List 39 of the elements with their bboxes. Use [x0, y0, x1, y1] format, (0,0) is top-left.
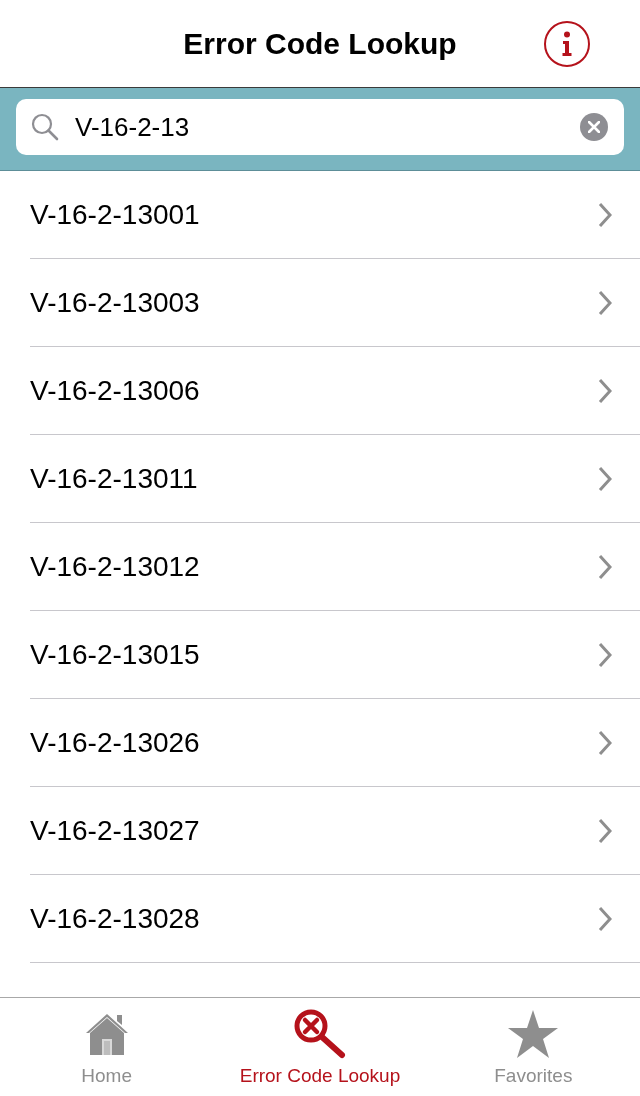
- result-row[interactable]: V-16-2-13011: [30, 435, 640, 523]
- chevron-right-icon: [598, 905, 612, 932]
- error-code: V-16-2-13012: [30, 549, 200, 584]
- chevron-right-icon: [598, 289, 612, 316]
- magnifier-x-icon: [294, 1009, 346, 1059]
- chevron-right-icon: [598, 201, 612, 228]
- chevron-right-icon: [598, 465, 612, 492]
- search-icon: [31, 113, 59, 141]
- search-value: V-16-2-13: [75, 110, 191, 144]
- close-icon: [588, 121, 600, 133]
- chevron-right-icon: [598, 553, 612, 580]
- chevron-right-icon: [598, 377, 612, 404]
- clear-button[interactable]: [580, 113, 608, 141]
- result-row[interactable]: V-16-2-13015: [30, 611, 640, 699]
- star-icon: [507, 1009, 560, 1059]
- error-code: V-16-2-13028: [30, 901, 200, 936]
- chevron-right-icon: [598, 817, 612, 844]
- error-code: V-16-2-13027: [30, 813, 200, 848]
- chevron-right-icon: [598, 641, 612, 668]
- result-row[interactable]: V-16-2-13026: [30, 699, 640, 787]
- result-row[interactable]: V-16-2-13001: [30, 171, 640, 259]
- result-row[interactable]: V-16-2-13006: [30, 347, 640, 435]
- error-code: V-16-2-13003: [30, 285, 200, 320]
- chevron-right-icon: [598, 729, 612, 756]
- house-icon: [84, 1012, 129, 1056]
- error-code: V-16-2-13011: [30, 461, 198, 496]
- info-button[interactable]: [544, 21, 590, 67]
- result-row[interactable]: V-16-2-13012: [30, 523, 640, 611]
- page-title: Error Code Lookup: [183, 28, 457, 59]
- error-code: V-16-2-13015: [30, 637, 200, 672]
- info-icon: [562, 31, 572, 57]
- error-code: V-16-2-13006: [30, 373, 200, 408]
- search-field[interactable]: V-16-2-13: [16, 99, 624, 155]
- error-code: V-16-2-13026: [30, 725, 200, 760]
- result-row[interactable]: V-16-2-13028: [30, 875, 640, 963]
- result-row[interactable]: V-16-2-13003: [30, 259, 640, 347]
- error-code: V-16-2-13001: [30, 197, 200, 232]
- result-row[interactable]: V-16-2-13027: [30, 787, 640, 875]
- tab-item[interactable]: Error Code Lookup: [213, 998, 427, 1096]
